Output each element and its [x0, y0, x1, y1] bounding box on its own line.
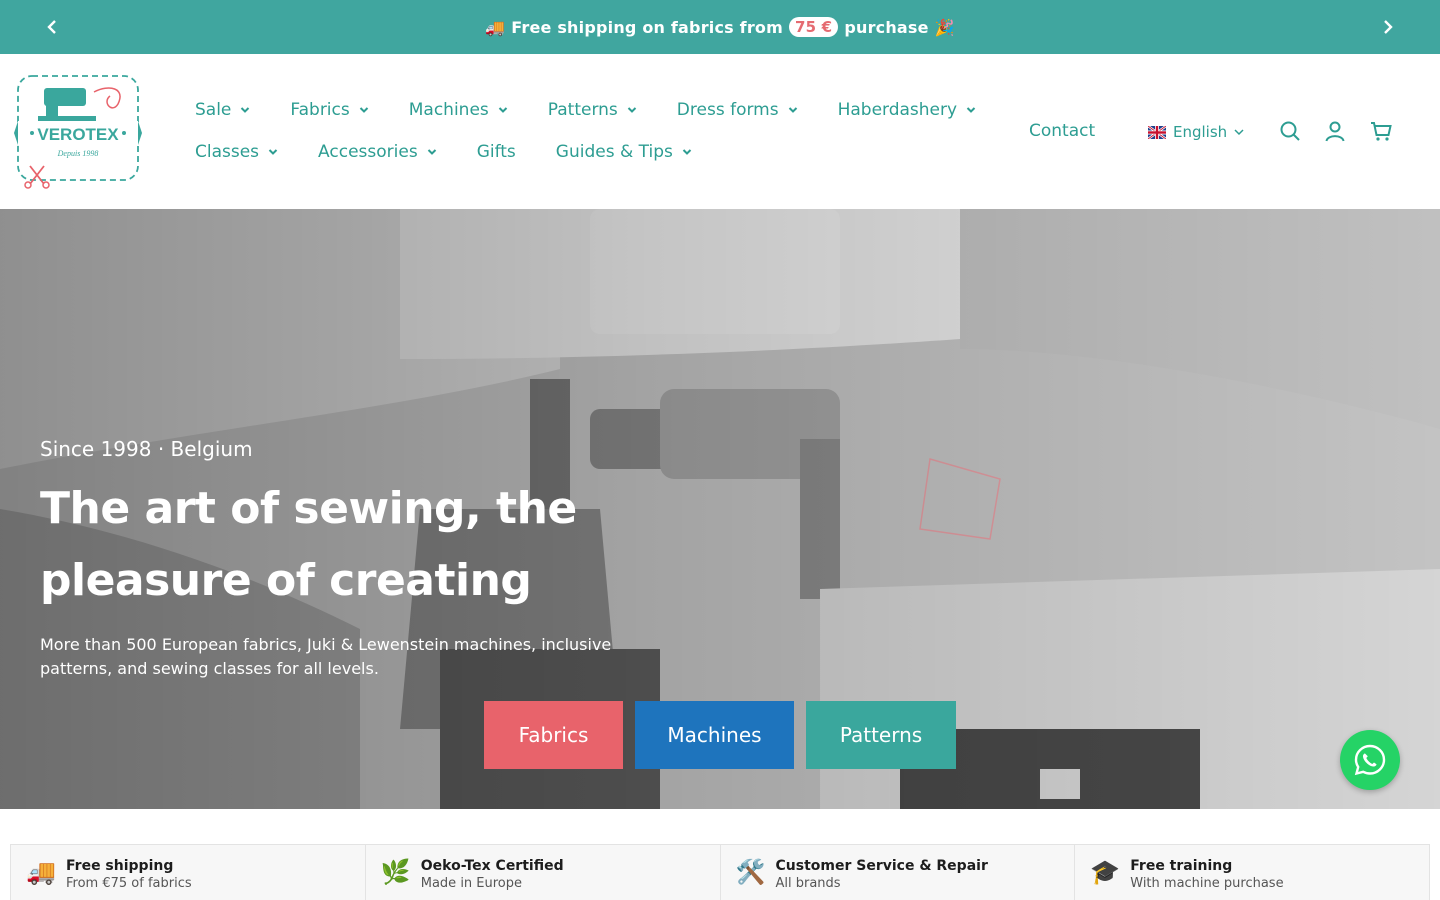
chevron-right-icon	[1384, 20, 1393, 34]
nav-item-label: Patterns	[547, 100, 618, 120]
feature-title: Free shipping	[66, 858, 174, 874]
leaf-icon: 🌿	[380, 858, 411, 886]
chevron-down-icon	[427, 149, 436, 155]
announcement-bar: 🚚 Free shipping on fabrics from 75 € pur…	[0, 0, 1440, 54]
nav-item-accessories[interactable]: Accessories	[318, 142, 437, 162]
chevron-down-icon	[1234, 129, 1244, 136]
chevron-down-icon	[359, 107, 368, 113]
nav-item-sale[interactable]: Sale	[195, 100, 250, 120]
nav-item-label: Fabrics	[290, 100, 350, 120]
nav-item-guides-tips[interactable]: Guides & Tips	[556, 142, 692, 162]
feature-subtitle: Made in Europe	[420, 876, 523, 891]
main-nav-row-1: Sale Fabrics Machines Patterns Dress for…	[195, 100, 976, 120]
nav-item-dress-forms[interactable]: Dress forms	[677, 100, 798, 120]
chevron-down-icon	[498, 107, 507, 113]
machines-button[interactable]: Machines	[635, 701, 794, 769]
contact-link[interactable]: Contact	[1029, 121, 1095, 141]
language-label: English	[1173, 123, 1228, 141]
feature-title: Customer Service & Repair	[775, 858, 988, 874]
nav-item-classes[interactable]: Classes	[195, 142, 278, 162]
hero-subtitle: More than 500 European fabrics, Juki & L…	[40, 635, 612, 678]
language-selector[interactable]: English	[1148, 123, 1244, 141]
chevron-down-icon	[966, 107, 976, 113]
whatsapp-button[interactable]	[1340, 730, 1400, 790]
logo-brand-text: VEROTEX	[37, 125, 119, 144]
feature-free-shipping: 🚚 Free shipping From €75 of fabrics	[11, 845, 366, 900]
feature-customer-service: 🛠️ Customer Service & Repair All brands	[721, 845, 1076, 900]
main-nav-row-2: Classes Accessories Gifts Guides & Tips	[195, 142, 692, 162]
feature-title: Oeko-Tex Certified	[420, 858, 564, 874]
announcement-text-after: purchase	[844, 17, 929, 37]
feature-subtitle: All brands	[775, 876, 841, 891]
nav-item-label: Sale	[195, 100, 232, 120]
nav-item-label: Gifts	[476, 142, 516, 162]
chevron-down-icon	[241, 107, 250, 113]
announcement-message: 🚚 Free shipping on fabrics from 75 € pur…	[485, 17, 955, 37]
nav-item-haberdashery[interactable]: Haberdashery	[838, 100, 977, 120]
cart-icon[interactable]	[1370, 120, 1392, 142]
hero-title: The art of sewing, the pleasure of creat…	[40, 483, 577, 606]
hero-eyebrow: Since 1998 · Belgium	[40, 437, 253, 461]
feature-subtitle: From €75 of fabrics	[66, 876, 192, 891]
feature-subtitle: With machine purchase	[1130, 876, 1284, 891]
chevron-down-icon	[627, 107, 637, 113]
nav-item-label: Haberdashery	[837, 100, 958, 120]
nav-item-machines[interactable]: Machines	[409, 100, 508, 120]
site-logo[interactable]: VEROTEX Depuis 1998	[14, 74, 142, 189]
truck-icon: 🚚	[485, 17, 506, 37]
whatsapp-icon	[1354, 744, 1386, 776]
account-icon[interactable]	[1324, 120, 1346, 142]
hero-cta-group: Fabrics Machines Patterns	[484, 701, 956, 769]
nav-item-gifts[interactable]: Gifts	[477, 142, 516, 162]
nav-item-label: Classes	[195, 142, 260, 162]
patterns-button[interactable]: Patterns	[806, 701, 956, 769]
nav-item-label: Accessories	[318, 142, 418, 162]
nav-item-label: Dress forms	[676, 100, 779, 120]
graduation-cap-icon: 🎓	[1090, 858, 1121, 886]
nav-item-label: Guides & Tips	[555, 142, 673, 162]
logo-tagline-text: Depuis 1998	[57, 149, 99, 158]
tools-icon: 🛠️	[735, 858, 766, 886]
nav-item-patterns[interactable]: Patterns	[548, 100, 637, 120]
hero-banner: Since 1998 · Belgium The art of sewing, …	[0, 209, 1440, 809]
announcement-prev-button[interactable]	[39, 14, 65, 40]
chevron-down-icon	[682, 149, 692, 155]
party-icon: 🎉	[934, 17, 955, 37]
site-header: VEROTEX Depuis 1998 Sale Fabrics Machine…	[0, 54, 1440, 209]
chevron-down-icon	[788, 107, 797, 113]
search-icon[interactable]	[1279, 120, 1301, 142]
feature-free-training: 🎓 Free training With machine purchase	[1075, 845, 1429, 900]
truck-icon: 🚚	[26, 858, 56, 886]
chevron-left-icon	[47, 20, 56, 34]
nav-item-fabrics[interactable]: Fabrics	[290, 100, 368, 120]
uk-flag-icon	[1148, 125, 1166, 139]
nav-item-label: Machines	[408, 100, 489, 120]
announcement-next-button[interactable]	[1375, 14, 1401, 40]
chevron-down-icon	[268, 149, 278, 155]
announcement-amount-badge: 75 €	[788, 17, 839, 37]
verotex-logo-graphic: VEROTEX Depuis 1998	[14, 75, 142, 189]
announcement-text: Free shipping on fabrics from	[511, 17, 783, 37]
feature-oeko-tex: 🌿 Oeko-Tex Certified Made in Europe	[366, 845, 721, 900]
feature-title: Free training	[1130, 858, 1233, 874]
feature-strip: 🚚 Free shipping From €75 of fabrics 🌿 Oe…	[10, 844, 1430, 900]
fabrics-button[interactable]: Fabrics	[484, 701, 623, 769]
